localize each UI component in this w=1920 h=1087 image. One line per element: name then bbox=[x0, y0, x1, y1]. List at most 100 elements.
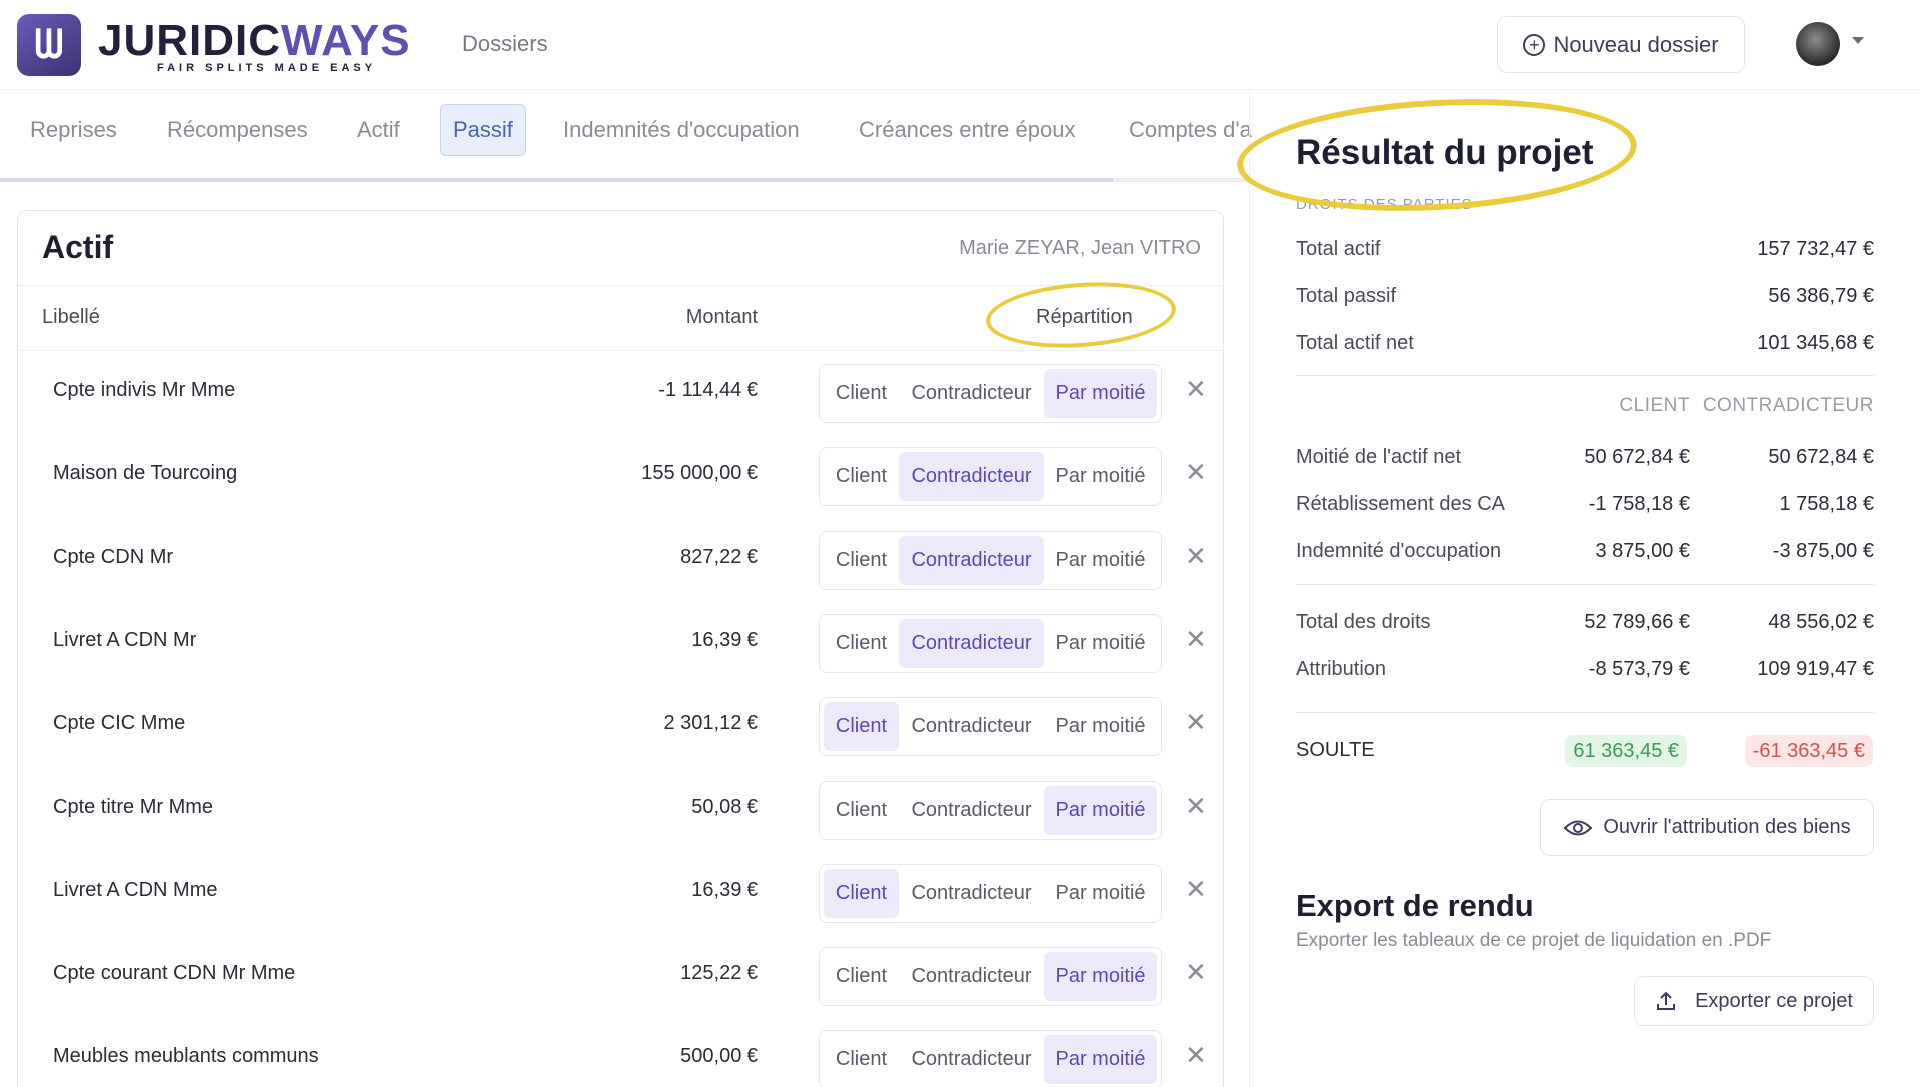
option-contradicteur[interactable]: Contradicteur bbox=[899, 452, 1044, 502]
row-amount: 827,22 € bbox=[680, 545, 758, 568]
top-bar: ᗯ JURIDICWAYS FAIR SPLITS MADE EASY Doss… bbox=[0, 0, 1920, 90]
soulte-contradicteur-badge: -61 363,45 € bbox=[1744, 735, 1873, 767]
option-contradicteur[interactable]: Contradicteur bbox=[899, 535, 1044, 585]
repartition-selector: Client Contradicteur Par moitié bbox=[819, 613, 1162, 673]
row-amount: 125,22 € bbox=[680, 962, 758, 985]
option-contradicteur[interactable]: Contradicteur bbox=[899, 1035, 1044, 1084]
total-passif-label: Total passif bbox=[1296, 285, 1397, 307]
column-header-client: CLIENT bbox=[1619, 395, 1690, 416]
row-amount: 16,39 € bbox=[691, 878, 758, 901]
line-client-value: 50 672,84 € bbox=[1584, 446, 1690, 468]
option-contradicteur[interactable]: Contradicteur bbox=[899, 952, 1044, 1001]
row-label: Livret A CDN Mr bbox=[53, 628, 197, 651]
option-client[interactable]: Client bbox=[824, 868, 899, 918]
brand-main: JURIDIC bbox=[98, 16, 282, 65]
plus-circle-icon: + bbox=[1523, 33, 1546, 56]
option-par-moitie[interactable]: Par moitié bbox=[1044, 369, 1157, 418]
tab-creances[interactable]: Créances entre époux bbox=[847, 104, 1087, 156]
option-client[interactable]: Client bbox=[824, 1035, 899, 1084]
tab-recompenses[interactable]: Récompenses bbox=[155, 104, 320, 156]
total-actif-value: 157 732,47 € bbox=[1757, 238, 1874, 260]
option-client[interactable]: Client bbox=[824, 452, 899, 501]
close-icon[interactable]: ✕ bbox=[1185, 626, 1207, 652]
row-label: Cpte CIC Mme bbox=[53, 712, 186, 735]
actif-card: Actif Marie ZEYAR, Jean VITRO Libellé Mo… bbox=[17, 210, 1224, 1087]
tab-comptes[interactable]: Comptes d'a bbox=[1117, 104, 1264, 156]
option-contradicteur[interactable]: Contradicteur bbox=[899, 369, 1044, 418]
tab-reprises[interactable]: Reprises bbox=[18, 104, 129, 156]
line-contradicteur-value: 50 672,84 € bbox=[1768, 446, 1874, 468]
option-par-moitie[interactable]: Par moitié bbox=[1044, 536, 1157, 585]
close-icon[interactable]: ✕ bbox=[1185, 459, 1207, 485]
chevron-down-icon[interactable] bbox=[1852, 37, 1864, 44]
open-attribution-button[interactable]: Ouvrir l'attribution des biens bbox=[1540, 799, 1874, 856]
table-row: Meubles meublants communs 500,00 € Client C… bbox=[18, 1018, 1223, 1087]
option-client[interactable]: Client bbox=[824, 536, 899, 585]
avatar[interactable] bbox=[1796, 22, 1840, 66]
table-row: Cpte CIC Mme 2 301,12 € Client Contradicteu… bbox=[18, 685, 1223, 768]
tab-indemnites[interactable]: Indemnités d'occupation bbox=[551, 104, 812, 156]
option-par-moitie[interactable]: Par moitié bbox=[1044, 702, 1157, 751]
row-label: Cpte CDN Mr bbox=[53, 545, 174, 568]
line-client-value: -1 758,18 € bbox=[1588, 493, 1690, 515]
divider bbox=[1296, 584, 1874, 585]
table-row: Cpte courant CDN Mr Mme 125,22 € Client Con… bbox=[18, 935, 1223, 1018]
option-par-moitie[interactable]: Par moitié bbox=[1044, 952, 1157, 1002]
table-header: Libellé Montant Répartition bbox=[18, 285, 1223, 351]
export-title: Export de rendu bbox=[1296, 888, 1534, 923]
table-row: Maison de Tourcoing 155 000,00 € Client Con… bbox=[18, 435, 1223, 518]
table-row: Cpte indivis Mr Mme -1 114,44 € Client Cont… bbox=[18, 352, 1223, 435]
brand-tagline: FAIR SPLITS MADE EASY bbox=[157, 62, 377, 74]
row-label: Cpte indivis Mr Mme bbox=[53, 379, 236, 401]
row-amount: -1 114,44 € bbox=[658, 379, 758, 401]
close-icon[interactable]: ✕ bbox=[1185, 543, 1207, 569]
line-client-value: -8 573,79 € bbox=[1588, 658, 1690, 680]
option-contradicteur[interactable]: Contradicteur bbox=[899, 786, 1044, 835]
tab-passif[interactable]: Passif bbox=[440, 104, 526, 156]
option-contradicteur[interactable]: Contradicteur bbox=[899, 618, 1044, 668]
option-client[interactable]: Client bbox=[824, 786, 899, 835]
tab-scrollbar-thumb[interactable] bbox=[0, 178, 1113, 182]
new-dossier-button[interactable]: + Nouveau dossier bbox=[1497, 16, 1745, 73]
line-client-value: 3 875,00 € bbox=[1595, 540, 1690, 562]
result-title: Résultat du projet bbox=[1296, 133, 1594, 172]
repartition-selector: Client Contradicteur Par moitié bbox=[819, 780, 1162, 840]
option-client[interactable]: Client bbox=[824, 952, 899, 1001]
option-contradicteur[interactable]: Contradicteur bbox=[899, 869, 1044, 918]
repartition-selector: Client Contradicteur Par moitié bbox=[819, 447, 1162, 507]
option-client[interactable]: Client bbox=[824, 702, 899, 752]
close-icon[interactable]: ✕ bbox=[1185, 793, 1207, 819]
divider bbox=[1296, 375, 1874, 376]
tab-scrollbar[interactable] bbox=[0, 178, 1250, 182]
tab-bar: Reprises Récompenses Actif Passif Indemn… bbox=[0, 90, 1252, 182]
table-row: Cpte CDN Mr 827,22 € Client Contradicteur Pa… bbox=[18, 519, 1223, 602]
nav-dossiers[interactable]: Dossiers bbox=[462, 31, 548, 57]
close-icon[interactable]: ✕ bbox=[1185, 1042, 1207, 1068]
line-contradicteur-value: 48 556,02 € bbox=[1768, 611, 1874, 633]
close-icon[interactable]: ✕ bbox=[1185, 876, 1207, 902]
close-icon[interactable]: ✕ bbox=[1185, 376, 1207, 402]
result-subtitle: DROITS DES PARTIES bbox=[1296, 196, 1473, 213]
line-label: Indemnité d'occupation bbox=[1296, 540, 1502, 562]
tab-actif[interactable]: Actif bbox=[345, 104, 412, 156]
option-client[interactable]: Client bbox=[824, 369, 899, 418]
row-amount: 2 301,12 € bbox=[663, 712, 758, 735]
logo[interactable]: ᗯ bbox=[17, 14, 81, 76]
soulte-label: SOULTE bbox=[1296, 739, 1375, 761]
close-icon[interactable]: ✕ bbox=[1185, 709, 1207, 735]
option-par-moitie[interactable]: Par moitié bbox=[1044, 619, 1157, 668]
option-contradicteur[interactable]: Contradicteur bbox=[899, 702, 1044, 751]
total-actif-label: Total actif bbox=[1296, 238, 1381, 260]
export-project-button[interactable]: Exporter ce projet bbox=[1634, 976, 1874, 1026]
close-icon[interactable]: ✕ bbox=[1185, 959, 1207, 985]
row-amount: 155 000,00 € bbox=[641, 462, 758, 485]
option-par-moitie[interactable]: Par moitié bbox=[1044, 869, 1157, 918]
line-label: Rétablissement des CA bbox=[1296, 493, 1505, 515]
option-par-moitie[interactable]: Par moitié bbox=[1044, 1035, 1157, 1085]
option-par-moitie[interactable]: Par moitié bbox=[1044, 452, 1157, 501]
column-header-contradicteur: CONTRADICTEUR bbox=[1702, 395, 1874, 416]
row-amount: 16,39 € bbox=[691, 628, 758, 651]
option-client[interactable]: Client bbox=[824, 619, 899, 668]
panel-divider bbox=[1249, 90, 1250, 1087]
option-par-moitie[interactable]: Par moitié bbox=[1044, 785, 1157, 835]
